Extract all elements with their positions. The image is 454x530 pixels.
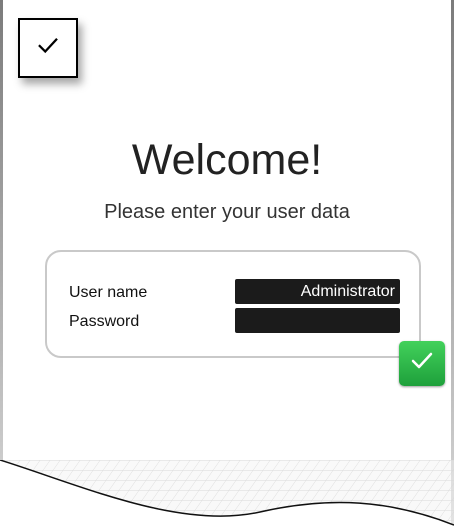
username-field[interactable]: Administrator [235, 279, 400, 304]
password-label: Password [69, 313, 140, 330]
login-panel: User name Password Administrator [45, 250, 421, 358]
check-icon [410, 349, 434, 378]
password-field[interactable] [235, 308, 400, 333]
left-frame-edge [0, 0, 3, 530]
check-icon [37, 35, 59, 62]
confirm-login-button[interactable] [399, 341, 445, 386]
page-subtitle: Please enter your user data [104, 201, 350, 223]
page-title: Welcome! [131, 136, 323, 184]
top-check-button[interactable] [18, 18, 78, 78]
bottom-grid-decoration [0, 460, 454, 530]
username-label: User name [69, 284, 148, 301]
